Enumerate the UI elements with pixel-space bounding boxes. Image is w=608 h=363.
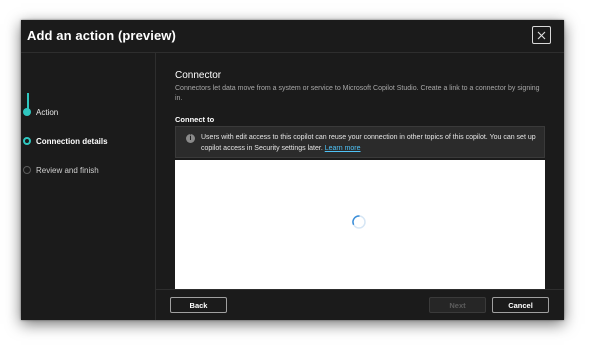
dialog-footer: Back Next Cancel bbox=[156, 289, 564, 320]
next-button[interactable]: Next bbox=[429, 297, 486, 313]
main-panel: Connector Connectors let data move from … bbox=[156, 53, 564, 320]
step-current-icon bbox=[23, 137, 31, 145]
section-title: Connector bbox=[175, 70, 222, 81]
back-button[interactable]: Back bbox=[170, 297, 227, 313]
dialog-title: Add an action (preview) bbox=[27, 28, 176, 43]
info-message: Users with edit access to this copilot c… bbox=[201, 134, 536, 152]
cancel-button[interactable]: Cancel bbox=[492, 297, 549, 313]
step-label: Connection details bbox=[36, 136, 108, 146]
step-pending-icon bbox=[23, 166, 31, 174]
info-icon: i bbox=[186, 134, 195, 143]
section-description: Connectors let data move from a system o… bbox=[175, 85, 540, 102]
connect-to-label: Connect to bbox=[175, 115, 215, 124]
loading-spinner-icon bbox=[352, 215, 366, 229]
step-label: Review and finish bbox=[36, 165, 99, 175]
close-icon bbox=[537, 31, 546, 39]
learn-more-link[interactable]: Learn more bbox=[325, 145, 361, 152]
info-banner: i Users with edit access to this copilot… bbox=[175, 126, 545, 158]
step-complete-icon bbox=[23, 108, 31, 116]
wizard-steps: Action Connection details Review and fin… bbox=[21, 53, 156, 320]
dialog-header: Add an action (preview) bbox=[21, 20, 564, 53]
close-button[interactable] bbox=[532, 26, 551, 44]
info-text: Users with edit access to this copilot c… bbox=[201, 132, 536, 154]
add-action-dialog: Add an action (preview) Action Connectio… bbox=[21, 20, 564, 320]
step-label: Action bbox=[36, 107, 59, 117]
connection-frame[interactable] bbox=[175, 160, 545, 290]
